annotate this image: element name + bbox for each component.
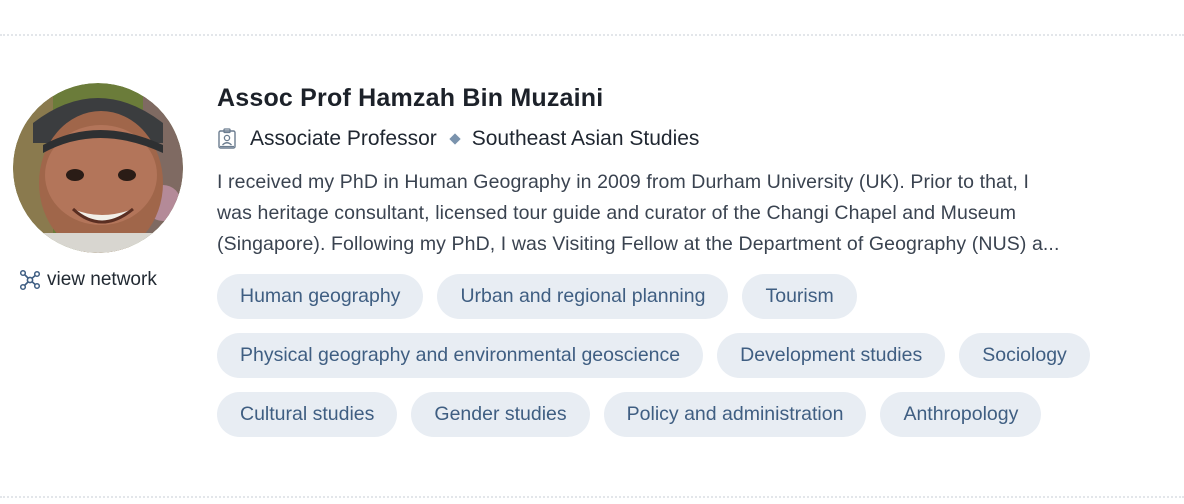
tag-row: Human geography Urban and regional plann…: [217, 274, 1177, 319]
profile-card: view network Assoc Prof Hamzah Bin Muzai…: [0, 0, 1184, 504]
view-network-link[interactable]: view network: [19, 269, 157, 291]
id-badge-icon: [218, 128, 236, 149]
bio-text: I received my PhD in Human Geography in …: [217, 167, 1177, 260]
view-network-label: view network: [47, 269, 157, 290]
network-icon: [19, 269, 41, 291]
separator-diamond-icon: [449, 133, 461, 145]
profile-left-column: view network: [13, 83, 183, 291]
tag-physical-geography[interactable]: Physical geography and environmental geo…: [217, 333, 704, 378]
bio-line: (Singapore). Following my PhD, I was Vis…: [217, 233, 1060, 255]
department-name[interactable]: Southeast Asian Studies: [472, 125, 700, 153]
tag-anthropology[interactable]: Anthropology: [880, 392, 1042, 437]
profile-name[interactable]: Assoc Prof Hamzah Bin Muzaini: [217, 82, 1167, 114]
tag-policy-administration[interactable]: Policy and administration: [603, 392, 867, 437]
research-tags: Human geography Urban and regional plann…: [217, 274, 1177, 437]
profile-details: Assoc Prof Hamzah Bin Muzaini Associate …: [217, 82, 1167, 451]
bio-line: was heritage consultant, licensed tour g…: [217, 202, 1017, 224]
bottom-divider: [0, 496, 1184, 498]
role-line: Associate Professor Southeast Asian Stud…: [217, 125, 1167, 153]
position-title: Associate Professor: [250, 127, 437, 150]
tag-cultural-studies[interactable]: Cultural studies: [217, 392, 398, 437]
top-divider: [0, 34, 1184, 36]
bio-line: I received my PhD in Human Geography in …: [217, 171, 1030, 193]
avatar[interactable]: [13, 83, 183, 253]
tag-gender-studies[interactable]: Gender studies: [411, 392, 590, 437]
tag-tourism[interactable]: Tourism: [742, 274, 857, 319]
tag-row: Physical geography and environmental geo…: [217, 333, 1177, 378]
tag-development-studies[interactable]: Development studies: [717, 333, 946, 378]
tag-urban-regional-planning[interactable]: Urban and regional planning: [437, 274, 729, 319]
tag-sociology[interactable]: Sociology: [959, 333, 1090, 378]
tag-row: Cultural studies Gender studies Policy a…: [217, 392, 1177, 437]
tag-human-geography[interactable]: Human geography: [217, 274, 424, 319]
